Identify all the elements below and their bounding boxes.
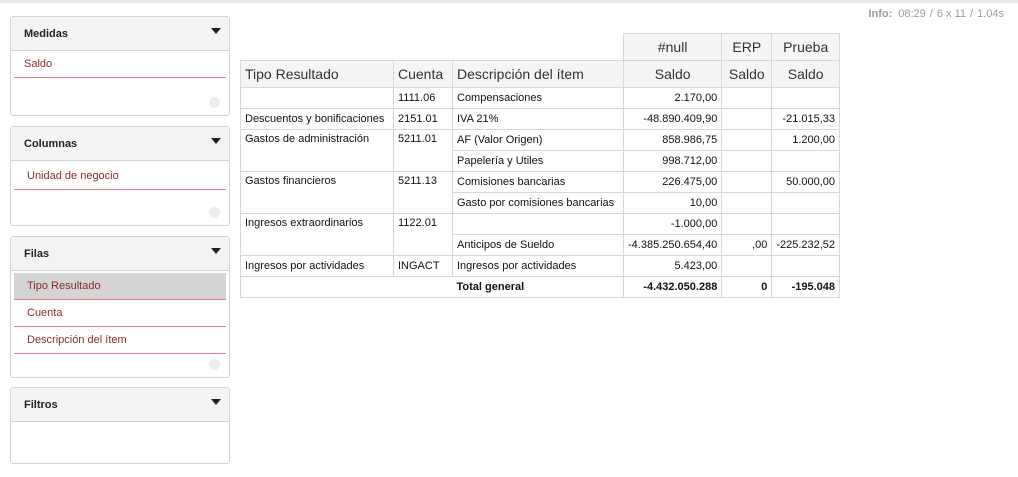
filtros-title: Filtros [24, 399, 58, 411]
row-header-cuenta[interactable]: Cuenta [393, 60, 453, 88]
circle-icon [209, 359, 220, 370]
value-null-cell: 10,00 [622, 192, 723, 214]
value-null-cell: 226.475,00 [622, 171, 723, 193]
chevron-down-icon[interactable] [211, 28, 221, 34]
total-row: Total general -4.432.050.288 0 -195.048 [240, 276, 841, 298]
desc-cell: Compensaciones [452, 87, 624, 109]
fila-item-cuenta[interactable]: Cuenta [14, 300, 226, 327]
total-prueba-cell: -195.048 [771, 276, 841, 298]
desc-cell: Comisiones bancarias [452, 171, 624, 193]
col-header-prueba[interactable]: Prueba [771, 33, 841, 61]
value-erp-cell [721, 150, 773, 172]
table-row: Gastos de administración 5211.01 AF (Val… [240, 129, 841, 172]
desc-cell: Anticipos de Sueldo [452, 234, 624, 256]
filas-panel: Filas Tipo Resultado Cuenta Descripción … [10, 236, 230, 378]
total-erp-cell: 0 [721, 276, 773, 298]
circle-icon [209, 97, 220, 108]
desc-cell: IVA 21% [452, 108, 624, 130]
value-erp-cell [721, 87, 773, 109]
value-prueba-cell [771, 255, 841, 277]
value-erp-cell [721, 255, 773, 277]
table-row: Ingresos por actividades INGACT Ingresos… [240, 255, 841, 277]
desc-cell: Papelería y Utiles [452, 150, 624, 172]
chevron-down-icon[interactable] [211, 138, 221, 144]
value-prueba-cell: -21.015,33 [771, 108, 841, 130]
table-row: 1111.06 Compensaciones 2.170,00 [240, 87, 841, 109]
value-erp-cell [721, 213, 773, 235]
desc-cell: AF (Valor Origen) [452, 129, 624, 151]
medidas-panel: Medidas Saldo [10, 16, 230, 116]
value-prueba-cell: 50.000,00 [771, 171, 841, 193]
value-prueba-cell [771, 150, 841, 172]
measure-header: Saldo [622, 60, 723, 88]
medidas-title: Medidas [24, 28, 69, 40]
value-null-cell: 5.423,00 [622, 255, 723, 277]
value-prueba-cell [771, 213, 841, 235]
value-null-cell: 998.712,00 [622, 150, 723, 172]
chevron-down-icon[interactable] [211, 399, 221, 405]
tipo-cell: Gastos de administración [240, 129, 394, 172]
info-label: Info: [868, 8, 893, 20]
filas-panel-header[interactable]: Filas [11, 237, 229, 271]
value-prueba-cell [771, 87, 841, 109]
columnas-title: Columnas [24, 138, 78, 150]
filtros-panel: Filtros [10, 387, 230, 464]
medida-item-saldo[interactable]: Saldo [14, 51, 226, 78]
chevron-down-icon[interactable] [211, 248, 221, 254]
info-duration: 1.04s [977, 8, 1004, 20]
cuenta-cell: INGACT [393, 255, 453, 277]
table-row: Gastos financieros 5211.13 Comisiones ba… [240, 171, 841, 214]
value-erp-cell [721, 171, 773, 193]
filas-title: Filas [24, 248, 50, 260]
desc-cell: Ingresos por actividades [452, 255, 624, 277]
tipo-cell: Ingresos por actividades [240, 255, 394, 277]
columna-item-unidad-de-negocio[interactable]: Unidad de negocio [14, 163, 226, 190]
cuenta-cell: 1122.01 [393, 213, 453, 256]
value-prueba-cell [771, 192, 841, 214]
value-erp-cell [721, 192, 773, 214]
cuenta-cell: 2151.01 [393, 108, 453, 130]
value-null-cell: -4.385.250.654,40 [622, 234, 723, 256]
col-header-erp[interactable]: ERP [721, 33, 773, 61]
cuenta-cell: 5211.01 [393, 129, 453, 172]
value-erp-cell: ,00 [721, 234, 773, 256]
cuenta-cell: 5211.13 [393, 171, 453, 214]
desc-cell: Gasto por comisiones bancarias [452, 192, 624, 214]
medidas-panel-header[interactable]: Medidas [11, 17, 229, 51]
measure-header: Saldo [771, 60, 841, 88]
tipo-cell: Ingresos extraordinarios [240, 213, 394, 256]
cuenta-cell: 1111.06 [393, 87, 453, 109]
value-prueba-cell: -225.232,52 [771, 234, 841, 256]
row-header-descripcion[interactable]: Descripción del ítem [452, 60, 624, 88]
fila-item-tipo-resultado[interactable]: Tipo Resultado [14, 273, 226, 300]
value-null-cell: 858.986,75 [622, 129, 723, 151]
pivot-table: #null ERP Prueba Tipo Resultado Cuenta D… [240, 33, 841, 298]
value-erp-cell [721, 129, 773, 151]
total-null-cell: -4.432.050.288 [622, 276, 723, 298]
measure-header: Saldo [721, 60, 773, 88]
tipo-cell [240, 87, 394, 109]
filtros-panel-header[interactable]: Filtros [11, 388, 229, 422]
table-row: Ingresos extraordinarios 1122.01 -1.000,… [240, 213, 841, 256]
top-border [0, 0, 1018, 3]
circle-icon [209, 207, 220, 218]
columnas-panel: Columnas Unidad de negocio [10, 126, 230, 226]
value-null-cell: 2.170,00 [622, 87, 723, 109]
tipo-cell: Gastos financieros [240, 171, 394, 214]
value-erp-cell [721, 108, 773, 130]
fila-item-descripcion[interactable]: Descripción del ítem [14, 327, 226, 354]
tipo-cell: Descuentos y bonificaciones [240, 108, 394, 130]
desc-cell [452, 213, 624, 235]
value-prueba-cell: 1.200,00 [771, 129, 841, 151]
info-time: 08:29 [898, 8, 926, 20]
col-header-null[interactable]: #null [622, 33, 723, 61]
value-null-cell: -1.000,00 [622, 213, 723, 235]
value-null-cell: -48.890.409,90 [622, 108, 723, 130]
total-label: Total general [452, 276, 624, 298]
columnas-panel-header[interactable]: Columnas [11, 127, 229, 161]
table-row: Descuentos y bonificaciones 2151.01 IVA … [240, 108, 841, 130]
row-header-tipo-resultado[interactable]: Tipo Resultado [240, 60, 394, 88]
info-bar: Info: 08:29/6 x 11/1.04s [868, 8, 1004, 20]
info-dims: 6 x 11 [936, 8, 967, 20]
